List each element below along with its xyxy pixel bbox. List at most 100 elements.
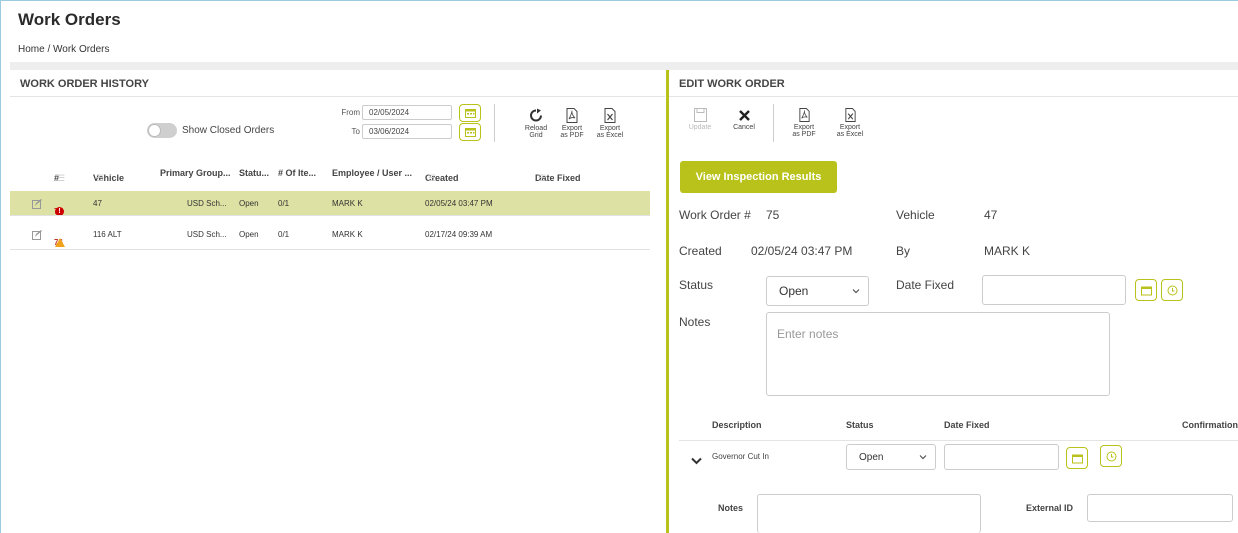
column-items[interactable]: # Of Ite...: [278, 168, 316, 178]
group-cell: USD Sch...: [187, 199, 227, 208]
export-excel-label-2: as Excel: [836, 131, 864, 138]
task-expand-chevron[interactable]: [691, 452, 702, 470]
calendar-icon: [1071, 454, 1083, 463]
clock-icon: [1167, 285, 1177, 295]
breadcrumb[interactable]: Home / Work Orders: [18, 44, 110, 55]
task-time-button[interactable]: [1100, 445, 1122, 467]
cancel-button[interactable]: Cancel: [724, 108, 764, 131]
edit-title: EDIT WORK ORDER: [679, 78, 785, 90]
task-notes-label: Notes: [718, 503, 744, 513]
by-value: MARK K: [984, 244, 1031, 258]
vehicle-label: Vehicle: [896, 208, 935, 222]
to-calendar-button[interactable]: [459, 123, 481, 141]
date-fixed-time-button[interactable]: [1161, 279, 1183, 301]
page-title: Work Orders: [18, 10, 121, 29]
employee-cell: MARK K: [332, 199, 363, 208]
status-select-value: Open: [779, 284, 809, 298]
chevron-down-icon: [919, 455, 927, 460]
reload-label-2: Grid: [529, 132, 543, 139]
external-id-label: External ID: [1026, 503, 1074, 513]
task-description: Governor Cut In: [712, 452, 769, 461]
vehicle-cell: 116 ALT: [93, 230, 122, 239]
column-employee[interactable]: Employee / User ...: [332, 168, 412, 178]
pdf-icon: [566, 108, 578, 123]
created-value: 02/05/24 03:47 PM: [751, 244, 853, 258]
vehicle-value: 47: [984, 208, 998, 222]
show-closed-label: Show Closed Orders: [182, 125, 275, 136]
task-date-fixed-header: Date Fixed: [944, 420, 990, 430]
by-label: By: [896, 244, 911, 258]
task-calendar-button[interactable]: [1066, 447, 1088, 469]
from-date-input[interactable]: 02/05/2024: [362, 105, 452, 120]
edit-row-icon[interactable]: [32, 230, 42, 242]
pdf-icon: [798, 108, 810, 122]
refresh-icon: [530, 108, 542, 122]
calendar-icon: [1140, 286, 1152, 295]
work-order-label: Work Order #: [679, 208, 751, 222]
external-id-input[interactable]: [1087, 494, 1233, 522]
calendar-icon: [464, 128, 476, 137]
export-excel-label-1: Export: [839, 124, 861, 131]
export-excel-label-2: as Excel: [596, 132, 624, 139]
export-pdf-label-2: as PDF: [560, 132, 584, 139]
work-order-history-panel: WORK ORDER HISTORY Show Closed Orders Fr…: [10, 70, 665, 533]
edit-export-excel-button[interactable]: Export as Excel: [830, 108, 870, 138]
table-row[interactable]: 76 116 ALT USD Sch... Open 0/1 MARK K 02…: [10, 222, 650, 247]
calendar-icon: [464, 109, 476, 118]
task-description-header: Description: [712, 420, 762, 430]
notes-textarea[interactable]: Enter notes: [766, 312, 1110, 396]
update-label: Update: [688, 124, 712, 131]
items-cell: 0/1: [278, 230, 290, 239]
view-inspection-results-button[interactable]: View Inspection Results: [680, 161, 837, 193]
status-cell: Open: [239, 230, 259, 239]
row-divider: [10, 249, 650, 250]
work-order-value: 75: [766, 208, 780, 222]
edit-title-divider: [669, 96, 1238, 97]
vehicle-cell: 47: [93, 199, 102, 208]
excel-icon: [604, 108, 616, 123]
export-pdf-label-2: as PDF: [792, 131, 816, 138]
table-row[interactable]: 75! 47 USD Sch... Open 0/1 MARK K 02/05/…: [10, 191, 650, 216]
task-status-value: Open: [859, 451, 884, 463]
to-date-input[interactable]: 03/06/2024: [362, 124, 452, 139]
from-calendar-button[interactable]: [459, 104, 481, 122]
edit-work-order-panel: EDIT WORK ORDER Update Cancel Export as …: [669, 70, 1238, 533]
task-status-select[interactable]: Open: [846, 444, 936, 470]
show-closed-toggle[interactable]: [147, 123, 177, 138]
task-header-divider: [679, 440, 1238, 441]
history-title: WORK ORDER HISTORY: [20, 78, 149, 90]
grid-header: # ☰ Vehicle ☰ Primary Group... Statu... # …: [54, 168, 581, 183]
edit-export-pdf-button[interactable]: Export as PDF: [784, 108, 824, 138]
task-date-fixed-input[interactable]: [944, 444, 1059, 470]
export-excel-label-1: Export: [599, 125, 621, 132]
chevron-down-icon: [691, 457, 702, 465]
export-pdf-label-1: Export: [561, 125, 583, 132]
chevron-down-icon: [852, 289, 860, 294]
excel-icon: [844, 108, 856, 122]
status-select[interactable]: Open: [766, 276, 869, 306]
edit-row-icon[interactable]: [32, 199, 42, 211]
header-band: [10, 62, 1238, 70]
column-primary-group[interactable]: Primary Group...: [160, 168, 231, 178]
cancel-label: Cancel: [733, 124, 755, 131]
date-fixed-calendar-button[interactable]: [1135, 279, 1157, 301]
update-button[interactable]: Update: [680, 108, 720, 131]
close-icon: [738, 110, 750, 121]
date-fixed-label: Date Fixed: [896, 278, 955, 292]
export-excel-button[interactable]: Export as Excel: [588, 108, 632, 139]
created-cell: 02/17/24 09:39 AM: [425, 230, 493, 239]
column-status[interactable]: Statu...: [239, 168, 269, 178]
row-divider: [10, 215, 650, 216]
history-title-divider: [10, 96, 665, 97]
employee-cell: MARK K: [332, 230, 363, 239]
save-icon: [693, 108, 707, 122]
task-notes-input[interactable]: [757, 494, 981, 533]
warning-icon: [55, 238, 65, 247]
date-fixed-input[interactable]: [982, 275, 1126, 305]
toolbar-separator: [494, 104, 495, 142]
status-cell: Open: [239, 199, 259, 208]
to-label: To: [351, 127, 360, 136]
created-cell: 02/05/24 03:47 PM: [425, 199, 493, 208]
task-confirmation-header: Confirmation: [1182, 420, 1238, 430]
items-cell: 0/1: [278, 199, 290, 208]
